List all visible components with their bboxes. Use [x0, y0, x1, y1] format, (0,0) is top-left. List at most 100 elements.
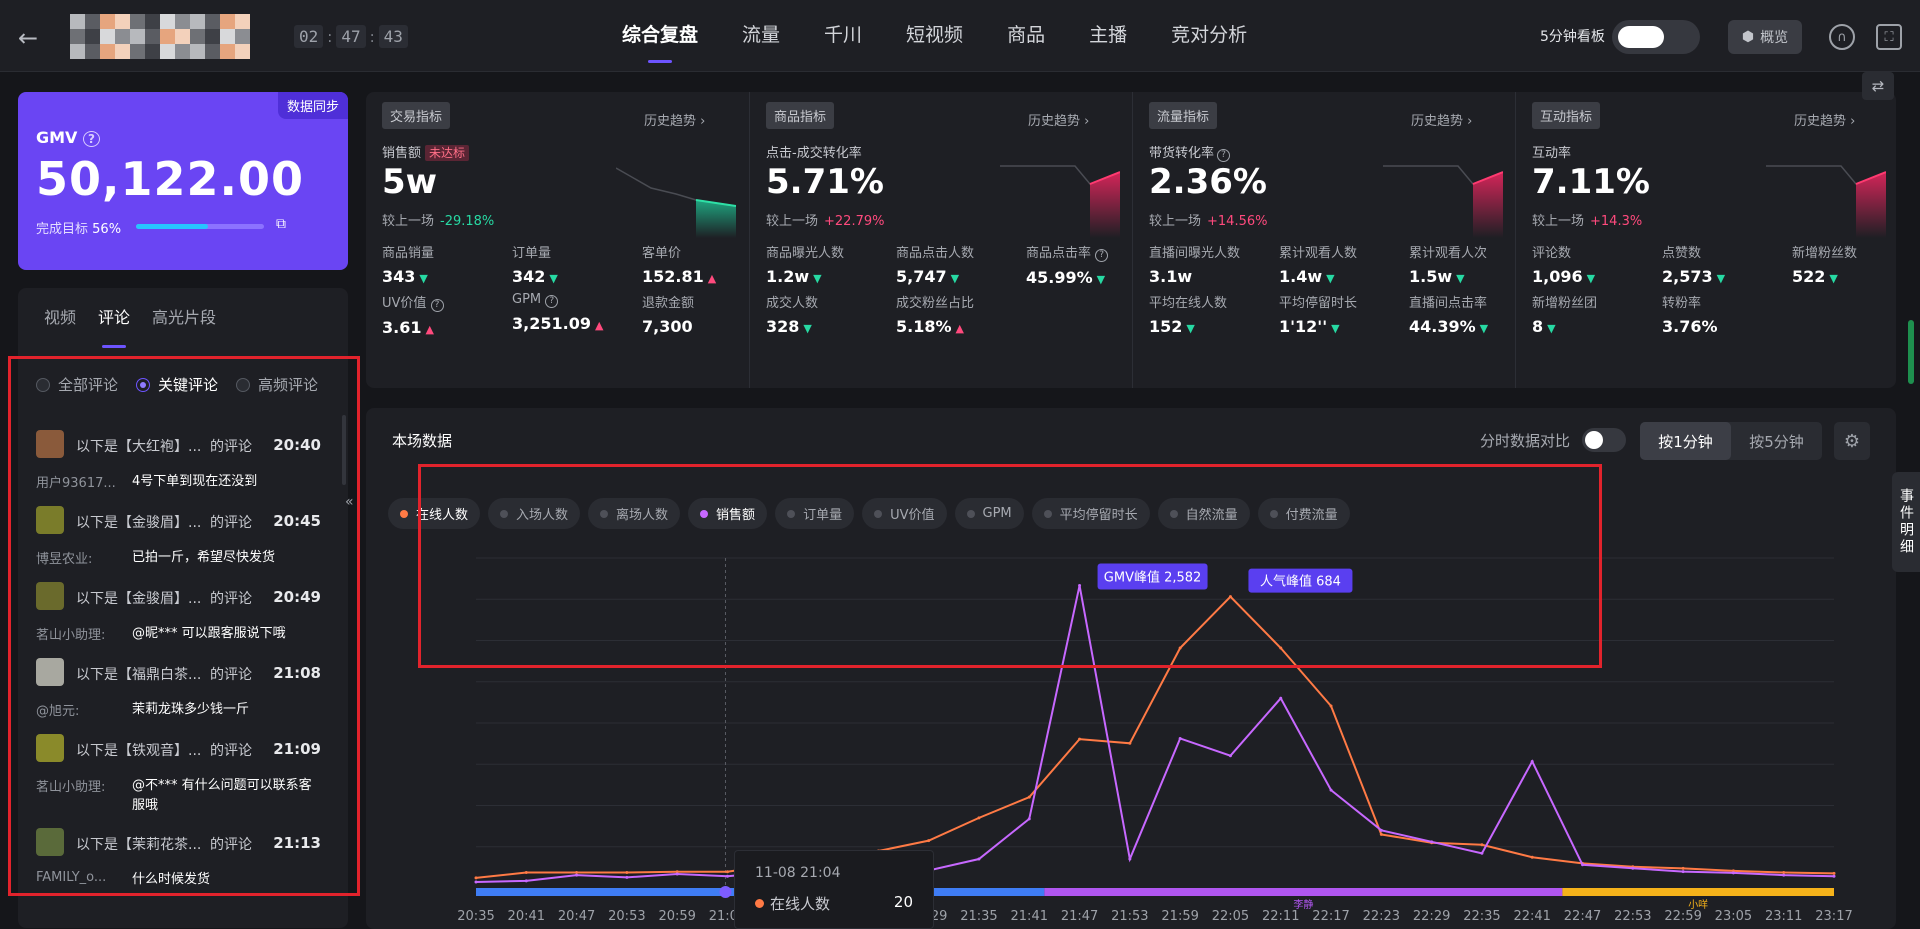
- sub-metric: 转粉率 3.76%: [1662, 292, 1792, 336]
- overview-button[interactable]: ⬢ 概览: [1728, 20, 1802, 54]
- fullscreen-icon[interactable]: ⛶: [1876, 24, 1902, 50]
- tab-competitor[interactable]: 竞对分析: [1171, 20, 1247, 47]
- filter-frequent[interactable]: 高频评论: [236, 374, 318, 395]
- highlight-box-chips: [418, 464, 1602, 668]
- sub-metric-value: 45.99%: [1026, 268, 1093, 287]
- series-sales-point: [1782, 873, 1786, 877]
- x-tick-label: 22:05: [1212, 909, 1249, 924]
- series-online-point: [474, 876, 478, 880]
- down-arrow-icon: ▼: [1547, 322, 1556, 335]
- event-detail-tab[interactable]: 事件明细: [1892, 472, 1920, 572]
- sub-metric-label: 商品销量: [382, 246, 435, 261]
- help-icon[interactable]: ?: [545, 295, 559, 308]
- interval-5min[interactable]: 按5分钟: [1731, 422, 1822, 460]
- history-trend-link[interactable]: 历史趋势 ›: [1794, 110, 1855, 129]
- tab-highlights[interactable]: 高光片段: [152, 304, 216, 328]
- sub-metric-value: 8: [1532, 317, 1544, 336]
- down-arrow-icon: ▼: [1326, 272, 1335, 285]
- collapse-arrow-icon[interactable]: «: [345, 494, 354, 510]
- sub-metric: 平均停留时长 1'12'' ▼: [1279, 292, 1409, 336]
- info-icon[interactable]: ?: [83, 131, 100, 147]
- down-arrow-icon: ▼: [549, 272, 558, 285]
- series-sales-point: [1832, 874, 1836, 878]
- comment-item[interactable]: 以下是【金骏眉】... 的评论 20:49 茗山小助理: @昵*** 可以跟客服…: [34, 572, 329, 648]
- series-online-point: [1027, 795, 1031, 799]
- down-arrow-icon: ▼: [419, 272, 428, 285]
- metric-group: 互动指标 历史趋势 › 互动率 7.11% 较上一场 +14.3% 评论数 1,09…: [1515, 92, 1895, 388]
- tab-comments[interactable]: 评论: [98, 304, 130, 348]
- time-cursor-handle[interactable]: [719, 886, 732, 898]
- sub-metric-value: 3.76%: [1662, 317, 1718, 336]
- tab-short-video[interactable]: 短视频: [906, 20, 963, 47]
- sub-metric: 商品销量 343 ▼: [382, 242, 512, 286]
- history-trend-link[interactable]: 历史趋势 ›: [1411, 110, 1472, 129]
- help-icon[interactable]: ?: [430, 299, 444, 312]
- series-online-point: [524, 871, 528, 875]
- filter-all[interactable]: 全部评论: [36, 374, 118, 395]
- sub-metric-value: 343: [382, 267, 416, 286]
- comment-text: 4号下单到现在还没到: [132, 474, 258, 489]
- help-icon[interactable]: ?: [1095, 249, 1109, 262]
- sub-metric-label: 直播间点击率: [1409, 296, 1488, 311]
- tab-products[interactable]: 商品: [1007, 20, 1045, 47]
- target-percent: 56%: [92, 222, 122, 237]
- metric-name: 带货转化率: [1149, 146, 1215, 161]
- tab-qianchuan[interactable]: 千川: [824, 20, 862, 47]
- board-label: 5分钟看板: [1540, 29, 1605, 45]
- headset-icon[interactable]: ∩: [1829, 24, 1855, 50]
- chip-dot-icon: [400, 509, 408, 518]
- history-trend-link[interactable]: 历史趋势 ›: [1028, 110, 1089, 129]
- sub-metric: 商品曝光人数 1.2w ▼: [766, 242, 896, 286]
- x-tick-label: 20:59: [658, 909, 695, 924]
- comment-time: 20:45: [273, 512, 321, 530]
- gear-icon[interactable]: ⚙: [1834, 422, 1870, 460]
- series-sales-point: [524, 879, 528, 883]
- comment-item[interactable]: 以下是【茉莉花茶... 的评论 21:13 FAMILY_o... 什么时候发货: [34, 818, 329, 894]
- sub-metric: 点赞数 2,573 ▼: [1662, 242, 1792, 286]
- sub-metric-value: 5,747: [896, 267, 947, 286]
- sub-metric-label: 新增粉丝团: [1532, 296, 1598, 311]
- back-arrow-icon[interactable]: ←: [18, 24, 38, 52]
- help-icon[interactable]: ?: [1217, 149, 1231, 162]
- comment-suffix: 的评论: [210, 667, 252, 683]
- series-online-point: [725, 870, 729, 874]
- comment-item[interactable]: 以下是【大红袍】... 的评论 20:40 用户93617... 4号下单到现在…: [34, 420, 329, 496]
- interval-1min[interactable]: 按1分钟: [1640, 422, 1731, 460]
- tooltip-value: 20: [893, 893, 913, 911]
- down-arrow-icon: ▼: [1331, 322, 1340, 335]
- series-online-point: [625, 871, 629, 875]
- data-sync-badge[interactable]: 数据同步: [277, 92, 348, 119]
- sub-metric-value: 3,251.09: [512, 314, 591, 333]
- compare-toggle[interactable]: [1582, 428, 1626, 452]
- tooltip-time: 11-08 21:04: [755, 865, 841, 881]
- sub-metric: 商品点击人数 5,747 ▼: [896, 242, 1026, 286]
- board-toggle[interactable]: [1612, 20, 1700, 54]
- down-arrow-icon: ▼: [1186, 322, 1195, 335]
- comment-text: 什么时候发货: [132, 872, 211, 887]
- page-scrollbar[interactable]: [1908, 320, 1914, 384]
- filter-key[interactable]: 关键评论: [136, 374, 218, 395]
- tab-traffic[interactable]: 流量: [742, 20, 780, 47]
- sub-metric: 新增粉丝数 522 ▼: [1792, 242, 1920, 286]
- tab-videos[interactable]: 视频: [44, 304, 76, 328]
- series-dot-icon: [755, 899, 764, 908]
- tab-overview[interactable]: 综合复盘: [622, 20, 698, 63]
- x-tick-label: 21:53: [1111, 909, 1148, 924]
- comment-item[interactable]: 以下是【福鼎白茶... 的评论 21:08 @旭元: 茉莉龙珠多少钱一斤: [34, 648, 329, 724]
- comment-item[interactable]: 以下是【铁观音】... 的评论 21:09 茗山小助理: @不*** 有什么问题…: [34, 724, 329, 818]
- sub-metric-label: 商品曝光人数: [766, 246, 845, 261]
- comment-item[interactable]: 以下是【金骏眉】... 的评论 20:45 博昱农业: 已拍一斤，希望尽快发货: [34, 496, 329, 572]
- comment-text: 已拍一斤，希望尽快发货: [132, 550, 276, 565]
- sub-metric-value: 5.18%: [896, 317, 952, 336]
- compare-label: 较上一场: [766, 214, 819, 229]
- compare-value: -29.18%: [440, 214, 495, 229]
- tooltip-series: 在线人数: [770, 895, 831, 913]
- metric-group: 流量指标 历史趋势 › 带货转化率? 2.36% 较上一场 +14.56% 直播间…: [1132, 92, 1512, 388]
- history-trend-link[interactable]: 历史趋势 ›: [644, 110, 705, 129]
- up-arrow-icon: ▲: [955, 322, 964, 335]
- swap-icon[interactable]: ⇄: [1862, 72, 1894, 100]
- edit-icon[interactable]: ⧉: [276, 216, 286, 232]
- comment-text: 茉莉龙珠多少钱一斤: [132, 702, 250, 717]
- comments-scrollbar[interactable]: [342, 415, 346, 485]
- tab-host[interactable]: 主播: [1089, 20, 1127, 47]
